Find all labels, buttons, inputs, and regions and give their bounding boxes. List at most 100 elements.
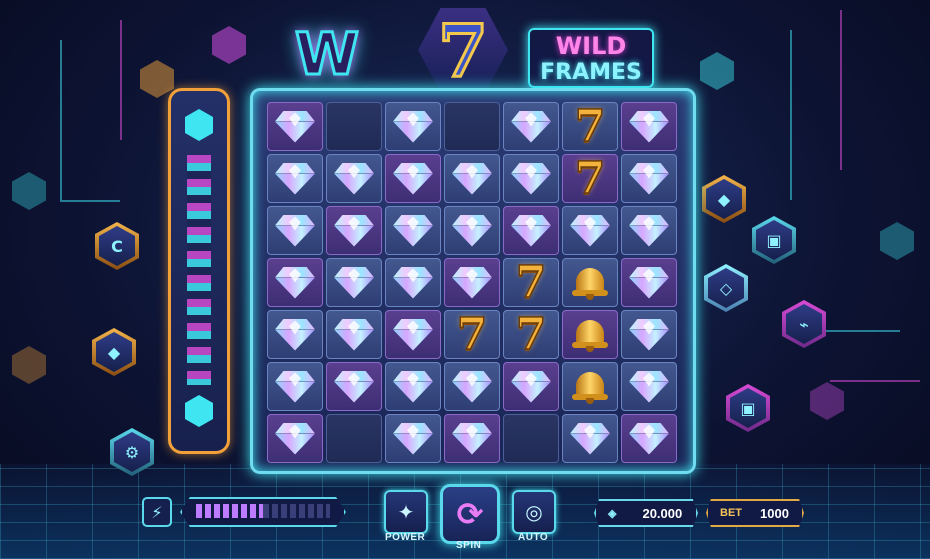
reel-cell [562,414,618,463]
reel-cell [326,206,382,255]
hex-ornament [700,52,734,90]
diamond-symbol-icon [393,162,433,195]
diamond-symbol-icon [275,422,315,455]
diamond-symbol-icon [334,318,374,351]
reel-cell [267,362,323,411]
diamond-symbol-icon [629,266,669,299]
bet-value: 1000 [760,505,789,521]
side-badge-chip: ▣ [752,216,796,264]
reel-cell [444,414,500,463]
power-meter-fill [196,504,263,518]
auto-button[interactable]: ◎ [512,490,556,534]
power-meter-empty [263,504,330,518]
autoplay-icon: ◎ [525,500,543,524]
diamond-symbol-icon [452,370,492,403]
reel-cell [326,102,382,151]
side-badge-diamond: ◆ [92,328,136,376]
diamond-symbol-icon [275,162,315,195]
reel-cell [385,154,441,203]
spin-label: SPIN [456,540,482,551]
turbo-button[interactable]: ⚡ [142,497,172,527]
reel-cell [503,362,559,411]
seven-symbol: 7 [456,308,488,360]
diamond-symbol-icon [570,422,610,455]
diamond-symbol-icon [511,110,551,143]
diamond-symbol-icon [629,162,669,195]
diamond-symbol-icon [334,162,374,195]
balance-display: ◈ 20.000 [594,499,698,527]
c-icon: C [99,226,135,266]
reel-cell [385,414,441,463]
power-meter [180,497,346,527]
circuit-line [60,40,62,200]
diamond-symbol-icon [275,110,315,143]
diamond-symbol-icon [393,266,433,299]
side-badge-circuit: ⌁ [782,300,826,348]
reel-cell [385,258,441,307]
reel-cell [562,310,618,359]
reel-cell [503,414,559,463]
reel-cell [444,362,500,411]
reel-cell [621,310,677,359]
hex-ornament [140,60,174,98]
spin-button[interactable]: ⟳ [440,484,500,544]
diamond-symbol-icon [393,318,433,351]
reel-cell [621,206,677,255]
diamond-symbol-icon [511,370,551,403]
seven-symbol: 7 [574,152,606,204]
reel-cell [326,154,382,203]
seven-symbol: 7 [515,308,547,360]
auto-label: AUTO [518,532,549,543]
reel-cell [385,102,441,151]
reel-cell [621,258,677,307]
reel-cell [621,362,677,411]
circuit-line [60,200,120,202]
reel-cell [267,102,323,151]
reel-cell: 7 [503,310,559,359]
hex-ornament [12,172,46,210]
bet-display[interactable]: BET 1000 [706,499,804,527]
circuit-icon: ⌁ [786,304,822,344]
diamond-symbol-icon [275,318,315,351]
power-button[interactable]: ✦ [384,490,428,534]
circuit-line [840,10,842,170]
logo-seven: 7 [418,8,508,92]
power-pillar [168,88,230,454]
reel-cell [444,102,500,151]
diamond-icon: ◆ [706,179,742,219]
bell-symbol-icon [572,318,608,352]
seven-symbol: 7 [515,256,547,308]
chip-icon: ▣ [756,220,792,260]
pillar-gem-icon [185,395,213,427]
diamond-symbol-icon [393,214,433,247]
reel-cell [562,258,618,307]
diamond-symbol-icon [511,214,551,247]
reel-cell [326,414,382,463]
reel-cell [503,206,559,255]
diamond-symbol-icon [275,370,315,403]
hex-ornament [810,382,844,420]
bell-symbol-icon [572,266,608,300]
diamond-symbol-icon [570,214,610,247]
seven-symbol: 7 [574,100,606,152]
side-badge-c: C [95,222,139,270]
refresh-icon: ⟳ [456,495,484,533]
diamond-symbol-icon [629,422,669,455]
reel-cell [326,362,382,411]
reel-cell [621,154,677,203]
logo-seven-glyph: 7 [436,7,489,93]
balance-value: 20.000 [642,505,683,521]
diamond-icon: ◆ [96,332,132,372]
diamond-symbol-icon [393,110,433,143]
game-title: WILD FRAMES [528,28,654,88]
diamond-symbol-icon [393,370,433,403]
circuit-line [790,30,792,200]
reel-cell [385,206,441,255]
diamond-symbol-icon [629,214,669,247]
diamond-symbol-icon [334,214,374,247]
pillar-gem-icon [185,109,213,141]
sparkle-icon: ✦ [397,500,415,524]
chip-icon: ▣ [730,388,766,428]
circuit-line [830,380,920,382]
hex-ornament [880,222,914,260]
